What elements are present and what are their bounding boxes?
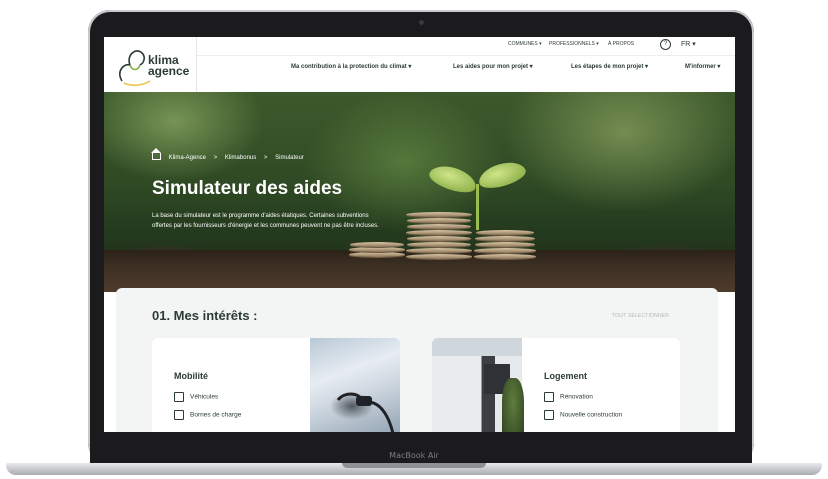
card-title: Logement <box>544 371 588 381</box>
hero-banner: Klima-Agence > Klimabonus > Simulateur S… <box>104 92 735 292</box>
option-label: Bornes de charge <box>190 411 242 419</box>
option-label: Véhicules <box>190 393 219 401</box>
question-icon[interactable]: ? <box>660 39 671 50</box>
section-title: 01. Mes intérêts : <box>152 308 258 323</box>
nav-item-informer[interactable]: M'informer ▾ <box>685 63 720 70</box>
card-title: Mobilité <box>174 371 208 381</box>
checkbox[interactable] <box>174 392 184 402</box>
breadcrumb: Klima-Agence > Klimabonus > Simulateur <box>151 148 310 161</box>
nav-item-climate[interactable]: Ma contribution à la protection du clima… <box>291 63 411 70</box>
option-label: Nouvelle construction <box>560 411 623 419</box>
topbar-a-propos-link[interactable]: À PROPOS <box>608 41 634 47</box>
option-bornes-de-charge[interactable]: Bornes de charge <box>174 410 241 420</box>
breadcrumb-current: Simulateur <box>275 155 304 161</box>
sprout-leaf-right <box>475 157 529 193</box>
laptop-chin <box>90 432 752 466</box>
laptop-notch <box>342 463 486 468</box>
breadcrumb-klimabonus[interactable]: Klimabonus <box>225 155 256 161</box>
site-header: klima agence COMMUNES ▾ PROFESSIONNELS ▾… <box>104 37 735 93</box>
page-title: Simulateur des aides <box>152 178 343 199</box>
electric-car-charging-image <box>310 338 400 432</box>
utility-bar: COMMUNES ▾ PROFESSIONNELS ▾ À PROPOS <box>197 37 735 56</box>
checkbox[interactable] <box>544 410 554 420</box>
checkbox[interactable] <box>544 392 554 402</box>
brand-name-line2: agence <box>148 64 190 78</box>
interest-card-logement[interactable]: Logement Rénovation Nouvelle constructio… <box>432 338 680 432</box>
home-icon[interactable] <box>151 148 161 160</box>
nav-item-aides[interactable]: Les aides pour mon projet ▾ <box>453 63 533 70</box>
topbar-communes-link[interactable]: COMMUNES ▾ <box>508 41 542 47</box>
brand-name[interactable]: klima agence <box>148 54 190 78</box>
interests-section: 01. Mes intérêts : TOUT SÉLECTIONNER Mob… <box>116 288 718 432</box>
nav-item-etapes[interactable]: Les étapes de mon projet ▾ <box>571 63 648 70</box>
interest-card-mobilite[interactable]: Mobilité Véhicules Bornes de charge <box>152 338 400 432</box>
camera-icon <box>419 20 424 25</box>
breadcrumb-separator: > <box>213 155 218 161</box>
language-selector[interactable]: FR ▾ <box>681 40 696 48</box>
sprout-stem <box>476 184 479 230</box>
breadcrumb-separator: > <box>263 155 268 161</box>
browser-screen: klima agence COMMUNES ▾ PROFESSIONNELS ▾… <box>104 37 735 432</box>
breadcrumb-home[interactable]: Klima-Agence <box>169 155 206 161</box>
charging-plug-icon <box>336 392 395 432</box>
option-renovation[interactable]: Rénovation <box>544 392 593 402</box>
option-label: Rénovation <box>560 393 593 401</box>
modern-house-image <box>432 338 524 432</box>
option-vehicules[interactable]: Véhicules <box>174 392 218 402</box>
option-nouvelle-construction[interactable]: Nouvelle construction <box>544 410 622 420</box>
topbar-professionnels-link[interactable]: PROFESSIONNELS ▾ <box>549 41 599 47</box>
hero-description: La base du simulateur est le programme d… <box>152 213 379 229</box>
checkbox[interactable] <box>174 410 184 420</box>
sprout-leaf-left <box>426 161 480 197</box>
select-all-button[interactable]: TOUT SÉLECTIONNER <box>612 313 669 319</box>
laptop-model-label: MacBook Air <box>389 451 439 460</box>
tree-shape <box>502 378 524 432</box>
